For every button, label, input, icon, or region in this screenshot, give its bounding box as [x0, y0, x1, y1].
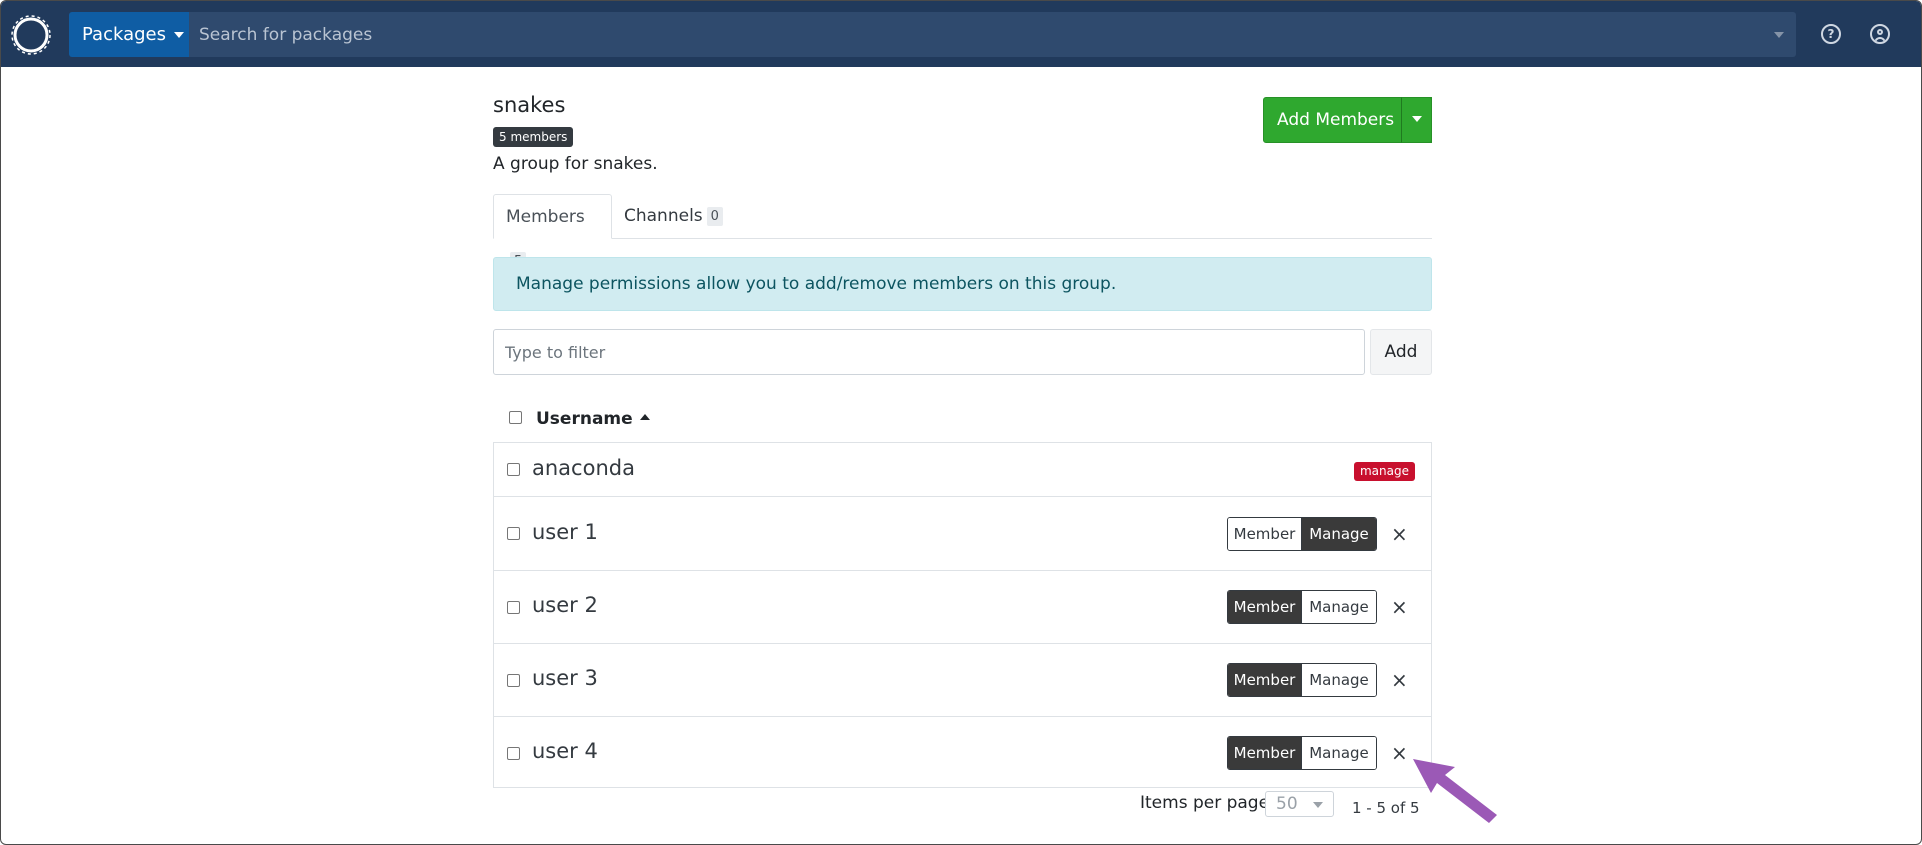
- table-row: user 1 Member Manage ×: [494, 497, 1431, 571]
- tab-members[interactable]: Members5: [493, 194, 612, 271]
- permissions-info-alert: Manage permissions allow you to add/remo…: [493, 257, 1432, 311]
- table-row: user 2 Member Manage ×: [494, 571, 1431, 644]
- member-role-button[interactable]: Member: [1228, 591, 1302, 623]
- caret-down-icon: [174, 32, 184, 38]
- manage-role-button[interactable]: Manage: [1302, 591, 1376, 623]
- username: user 2: [532, 593, 598, 617]
- tab-channels[interactable]: Channels 0: [612, 194, 735, 239]
- group-description: A group for snakes.: [493, 154, 658, 174]
- manage-role-button[interactable]: Manage: [1302, 518, 1376, 550]
- members-table: anaconda manage user 1 Member Manage × u…: [493, 442, 1432, 788]
- top-navbar: Packages ?: [1, 1, 1921, 67]
- role-toggle-group: Member Manage: [1227, 663, 1377, 697]
- username: anaconda: [532, 456, 635, 480]
- role-toggle-group: Member Manage: [1227, 736, 1377, 770]
- user-circle-icon[interactable]: [1870, 24, 1890, 44]
- member-count-badge: 5 members: [493, 127, 574, 147]
- table-row: user 3 Member Manage ×: [494, 644, 1431, 717]
- tab-label: Channels: [624, 206, 703, 226]
- row-checkbox[interactable]: [507, 527, 520, 540]
- row-checkbox[interactable]: [507, 463, 520, 476]
- role-toggle-group: Member Manage: [1227, 590, 1377, 624]
- user-head-shape: [1877, 29, 1883, 35]
- tab-label: Members: [506, 207, 585, 227]
- annotation-arrow-icon: [1413, 759, 1497, 823]
- remove-member-close-icon[interactable]: ×: [1391, 524, 1408, 544]
- member-role-button[interactable]: Member: [1228, 664, 1302, 696]
- group-title: snakes: [493, 93, 566, 117]
- search-dropdown-caret-icon[interactable]: [1774, 32, 1784, 38]
- manage-permission-badge: manage: [1353, 462, 1415, 481]
- row-checkbox[interactable]: [507, 747, 520, 760]
- add-members-dropdown-toggle[interactable]: [1401, 97, 1432, 143]
- member-role-button[interactable]: Member: [1228, 518, 1302, 550]
- caret-down-icon: [1411, 115, 1422, 122]
- username: user 1: [532, 520, 598, 544]
- add-button[interactable]: Add: [1370, 329, 1432, 375]
- items-per-page-select[interactable]: 50: [1265, 791, 1334, 817]
- sort-ascending-icon: [639, 414, 650, 420]
- username: user 3: [532, 666, 598, 690]
- packages-label: Packages: [82, 24, 166, 45]
- row-checkbox[interactable]: [507, 674, 520, 687]
- manage-role-button[interactable]: Manage: [1302, 664, 1376, 696]
- filter-input[interactable]: [493, 329, 1365, 375]
- tab-count-badge: 0: [706, 207, 723, 226]
- username: user 4: [532, 739, 598, 763]
- user-body-shape: [1874, 37, 1886, 42]
- items-per-page-value: 50: [1276, 794, 1298, 814]
- search-input[interactable]: [189, 12, 1759, 57]
- column-header-label: Username: [536, 409, 633, 429]
- search-bar: [189, 12, 1796, 57]
- caret-down-icon: [1313, 802, 1323, 808]
- manage-role-button[interactable]: Manage: [1302, 737, 1376, 769]
- packages-dropdown-button[interactable]: Packages: [69, 12, 189, 57]
- table-row: anaconda manage: [494, 443, 1431, 497]
- username-column-header[interactable]: Username: [536, 409, 650, 429]
- help-circle-icon[interactable]: ?: [1821, 24, 1841, 44]
- items-per-page-label: Items per page:: [1140, 793, 1275, 813]
- table-row: user 4 Member Manage ×: [494, 717, 1431, 789]
- remove-member-close-icon[interactable]: ×: [1391, 670, 1408, 690]
- select-all-checkbox[interactable]: [509, 411, 522, 424]
- member-role-button[interactable]: Member: [1228, 737, 1302, 769]
- anaconda-logo-icon[interactable]: [11, 15, 51, 55]
- row-checkbox[interactable]: [507, 601, 520, 614]
- role-toggle-group: Member Manage: [1227, 517, 1377, 551]
- remove-member-close-icon[interactable]: ×: [1391, 597, 1408, 617]
